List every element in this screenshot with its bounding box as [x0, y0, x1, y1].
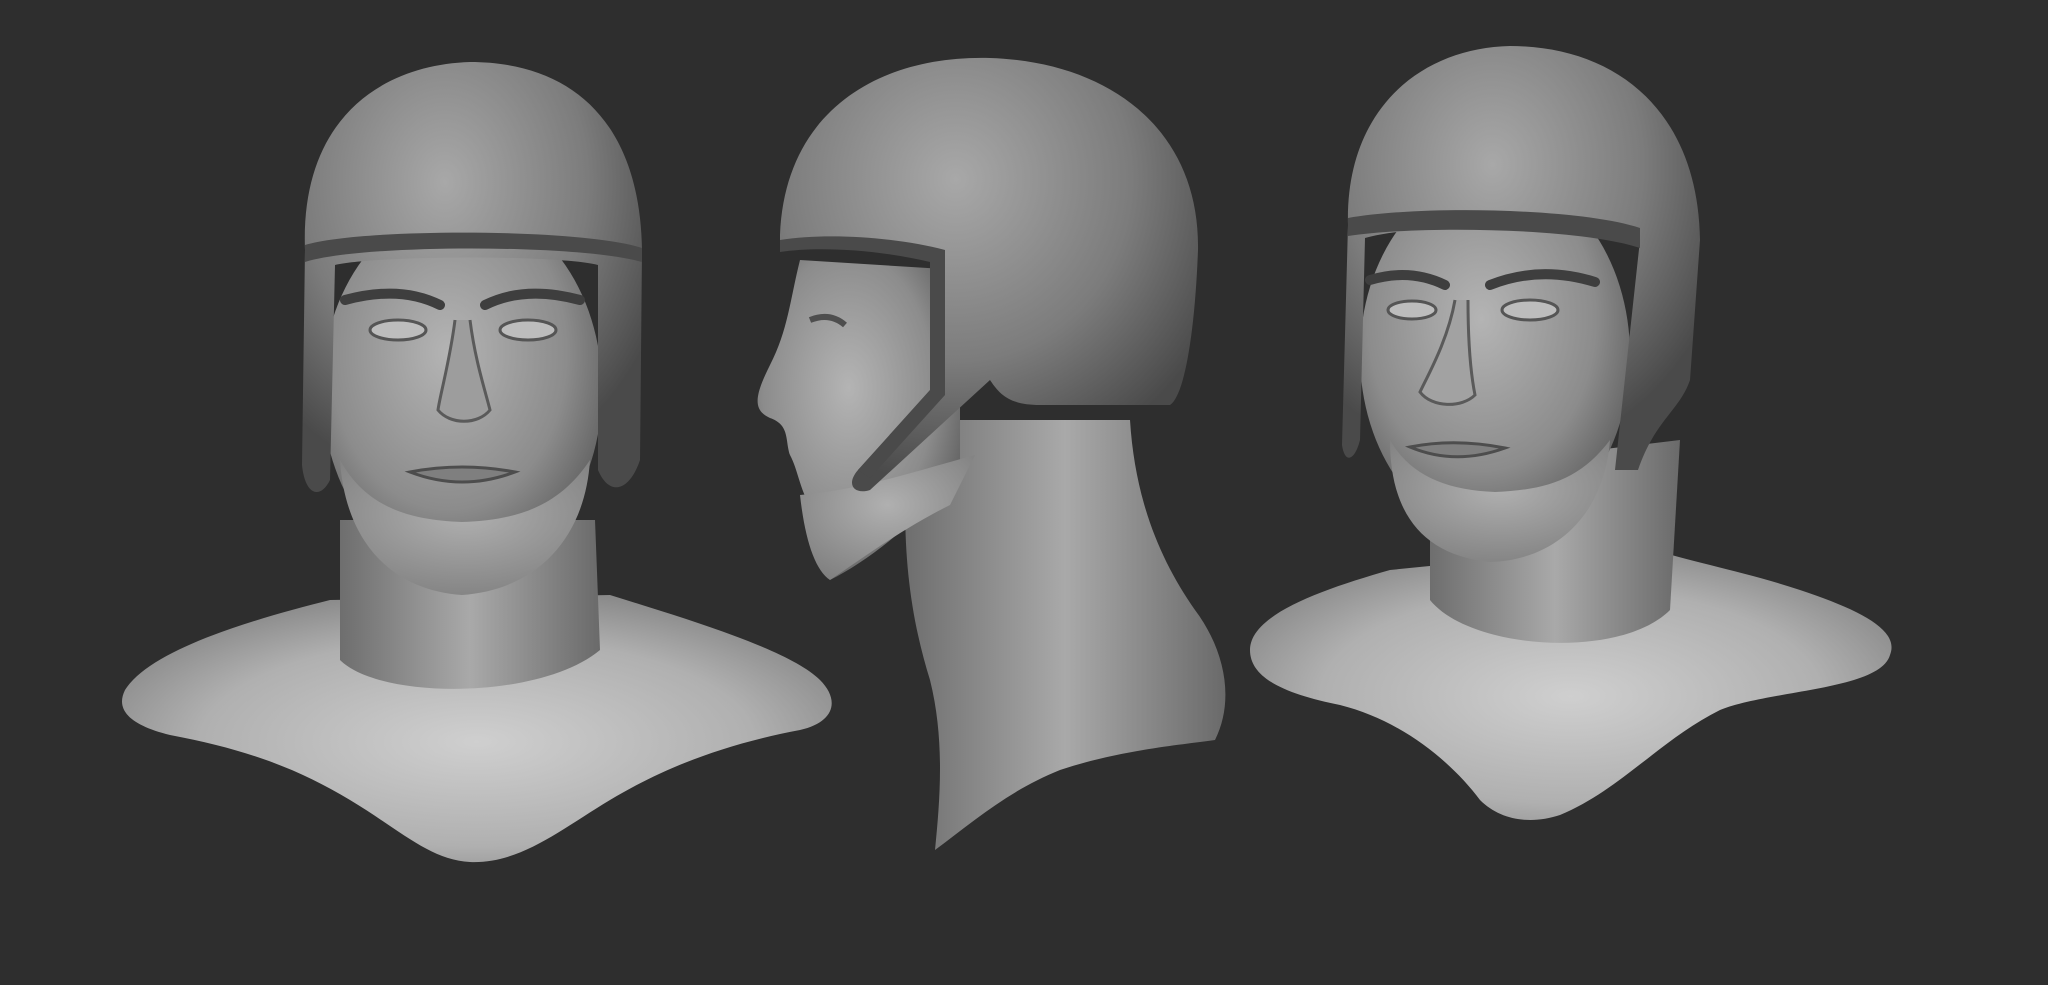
three-quarter-eye-right — [1500, 298, 1560, 322]
sculpt-viewport — [0, 0, 2048, 985]
front-eye-left — [368, 318, 428, 342]
three-quarter-view-bust — [1250, 46, 1892, 820]
front-view-bust — [122, 62, 832, 863]
three-quarter-eye-left — [1386, 299, 1438, 321]
sculpt-renders — [122, 46, 1892, 863]
side-view-bust — [757, 57, 1226, 850]
front-eye-right — [498, 318, 558, 342]
